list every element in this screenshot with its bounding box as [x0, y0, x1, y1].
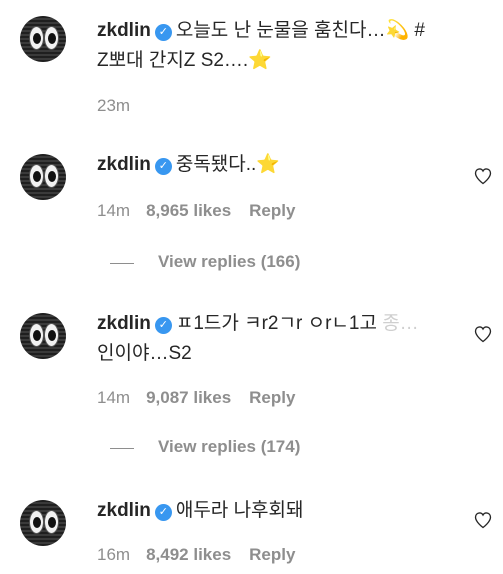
- like-count[interactable]: 9,087 likes: [146, 388, 231, 407]
- comment-meta: 14m 9,087 likes Reply: [97, 388, 313, 408]
- avatar-eye-right: [44, 164, 59, 188]
- timestamp[interactable]: 14m: [97, 201, 130, 220]
- verified-badge-icon: ✓: [154, 24, 172, 41]
- heart-icon[interactable]: [473, 510, 493, 530]
- timestamp[interactable]: 16m: [97, 545, 130, 564]
- caption-meta: 23m: [97, 96, 146, 116]
- verified-badge-icon: ✓: [154, 504, 172, 521]
- caption-line-2: Z뽀대 간지Z S2….⭐: [97, 46, 272, 76]
- username[interactable]: zkdlin: [97, 500, 151, 521]
- caption-text: 오늘도 난 눈물을 훔친다…💫 #: [175, 20, 425, 41]
- timestamp[interactable]: 23m: [97, 96, 130, 115]
- like-count[interactable]: 8,965 likes: [146, 201, 231, 220]
- caption-text-continued: Z뽀대 간지Z S2….⭐: [97, 50, 272, 71]
- comment-text: 중독됐다..⭐: [175, 154, 280, 175]
- comment-text: 애두라 나후회돼: [175, 500, 304, 521]
- reply-button[interactable]: Reply: [249, 201, 295, 220]
- verified-badge-icon: ✓: [154, 317, 172, 334]
- heart-icon[interactable]: [473, 166, 493, 186]
- comment-line: zkdlin ✓ 애두라 나후회돼: [97, 496, 303, 526]
- username[interactable]: zkdlin: [97, 154, 151, 175]
- reply-button[interactable]: Reply: [249, 545, 295, 564]
- avatar[interactable]: [20, 16, 66, 62]
- view-replies-button[interactable]: View replies (166): [158, 252, 300, 272]
- username[interactable]: zkdlin: [97, 20, 151, 41]
- avatar[interactable]: [20, 500, 66, 546]
- avatar-eye-left: [29, 323, 44, 347]
- caption-line-1: zkdlin ✓ 오늘도 난 눈물을 훔친다…💫 #: [97, 16, 425, 46]
- avatar-eye-right: [44, 323, 59, 347]
- timestamp[interactable]: 14m: [97, 388, 130, 407]
- reply-button[interactable]: Reply: [249, 388, 295, 407]
- comment-line-2: 인이야…S2: [97, 339, 192, 369]
- comment-text-truncated: 종…: [382, 313, 419, 334]
- comment-line-1: zkdlin ✓ ㅍ1드가 ㅋr2ㄱr ㅇrㄴ1고 종…: [97, 309, 419, 339]
- like-count[interactable]: 8,492 likes: [146, 545, 231, 564]
- username[interactable]: zkdlin: [97, 313, 151, 334]
- avatar[interactable]: [20, 154, 66, 200]
- avatar-eye-right: [44, 26, 59, 50]
- verified-badge-icon: ✓: [154, 158, 172, 175]
- heart-icon[interactable]: [473, 324, 493, 344]
- comment-text: ㅍ1드가 ㅋr2ㄱr ㅇrㄴ1고: [175, 313, 383, 334]
- comment-meta: 16m 8,492 likes Reply: [97, 545, 313, 565]
- avatar-eye-left: [29, 26, 44, 50]
- view-replies-button[interactable]: View replies (174): [158, 437, 300, 457]
- avatar[interactable]: [20, 313, 66, 359]
- comment-line: zkdlin ✓ 중독됐다..⭐: [97, 150, 280, 180]
- comment-meta: 14m 8,965 likes Reply: [97, 201, 313, 221]
- avatar-eye-left: [29, 510, 44, 534]
- replies-divider: [110, 263, 134, 264]
- replies-divider: [110, 448, 134, 449]
- avatar-eye-right: [44, 510, 59, 534]
- comment-text-continued: 인이야…S2: [97, 343, 192, 364]
- avatar-eye-left: [29, 164, 44, 188]
